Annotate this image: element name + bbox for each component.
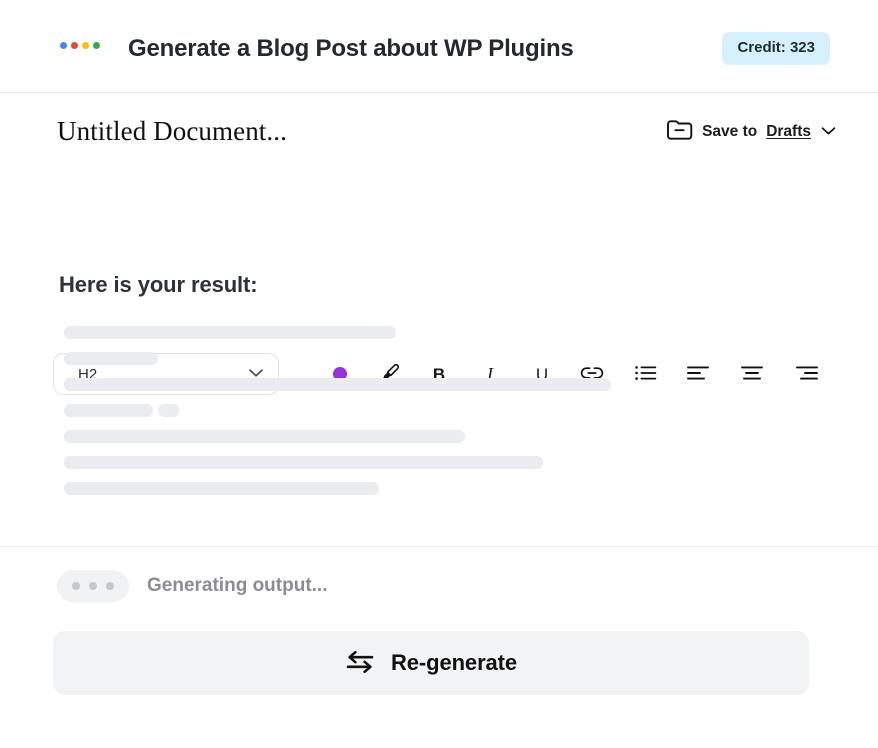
result-area: Here is your result: xyxy=(0,241,878,546)
editor-toolbar: H2 B xyxy=(0,169,878,241)
loader-dot xyxy=(89,582,97,590)
skeleton-bar xyxy=(64,326,396,339)
status-text: Generating output... xyxy=(147,575,328,597)
logo-dot-green xyxy=(93,42,100,49)
loader-dot xyxy=(106,582,114,590)
logo-dot-blue xyxy=(60,42,67,49)
save-target-value[interactable]: Drafts xyxy=(766,123,811,141)
skeleton-bar xyxy=(64,352,158,365)
app-header: Generate a Blog Post about WP Plugins Cr… xyxy=(0,0,878,93)
generation-status: Generating output... xyxy=(57,570,328,602)
regenerate-button[interactable]: Re-generate xyxy=(53,631,809,695)
chevron-down-icon[interactable] xyxy=(821,123,836,141)
credit-badge: Credit: 323 xyxy=(722,32,830,65)
skeleton-bar xyxy=(64,430,465,443)
app-window: Generate a Blog Post about WP Plugins Cr… xyxy=(0,0,878,748)
skeleton-bar xyxy=(64,456,543,469)
regenerate-label: Re-generate xyxy=(391,650,517,676)
logo-dot-yellow xyxy=(82,42,89,49)
document-title[interactable]: Untitled Document... xyxy=(57,116,287,147)
folder-minus-icon xyxy=(666,118,693,146)
loader-dot xyxy=(72,582,80,590)
skeleton-bar xyxy=(64,482,379,495)
footer-bar: Generating output... Re-generate xyxy=(0,546,878,748)
save-to-dropdown[interactable]: Save to Drafts xyxy=(666,118,836,146)
three-dots-loader-icon xyxy=(57,570,129,602)
page-title: Generate a Blog Post about WP Plugins xyxy=(128,33,574,65)
skeleton-bar xyxy=(64,404,153,417)
result-heading: Here is your result: xyxy=(59,272,258,298)
document-bar: Untitled Document... Save to Drafts xyxy=(0,93,878,169)
save-to-label: Save to xyxy=(702,123,757,141)
swap-arrows-icon xyxy=(345,649,375,678)
skeleton-bar xyxy=(64,378,611,391)
logo-dot-red xyxy=(71,42,78,49)
skeleton-bar xyxy=(158,404,179,417)
app-logo-dots xyxy=(60,42,100,49)
